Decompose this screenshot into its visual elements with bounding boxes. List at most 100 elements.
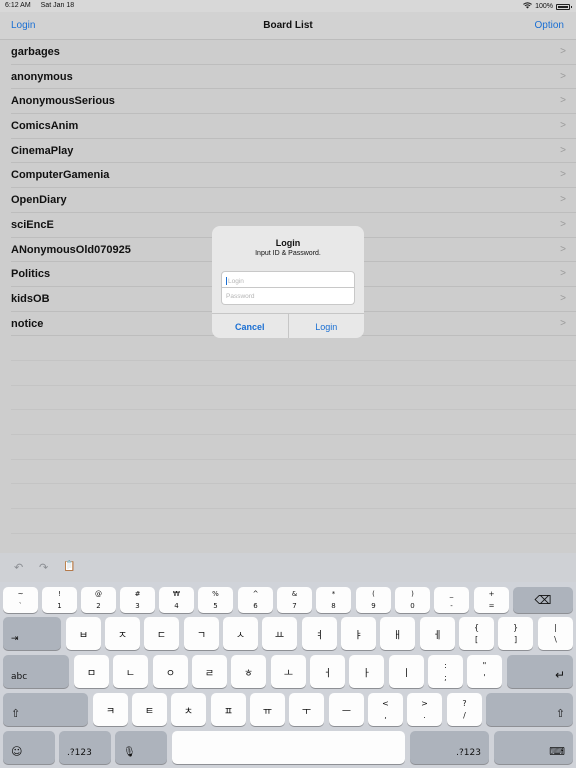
key-letter[interactable]: ㄱ <box>184 617 219 650</box>
key-tilde[interactable]: ~ ` <box>3 587 38 613</box>
key-equals[interactable]: + = <box>474 587 509 613</box>
key-letter[interactable]: ㅣ <box>389 655 424 688</box>
board-row[interactable]: garbages > <box>11 40 576 65</box>
key-letter[interactable]: ㄹ <box>192 655 227 688</box>
key-7[interactable]: & 7 <box>277 587 312 613</box>
status-bar: 6:12 AM Sat Jan 18 100% <box>0 0 576 12</box>
cancel-button[interactable]: Cancel <box>212 314 289 338</box>
empty-row <box>11 484 576 510</box>
numbers-key-left[interactable]: .?123 <box>59 731 111 764</box>
board-name: ComicsAnim <box>11 120 79 133</box>
board-name: notice <box>11 317 44 330</box>
shift-icon: ⇧ <box>555 707 565 720</box>
key-letter[interactable]: ㅁ <box>74 655 109 688</box>
key-bracket-left[interactable]: {[ <box>459 617 494 650</box>
key-letter[interactable]: ㅡ <box>329 693 364 726</box>
key-4[interactable]: ₩4 <box>159 587 194 613</box>
key-letter[interactable]: ㅐ <box>380 617 415 650</box>
microphone-icon: 🎙 <box>123 747 136 758</box>
key-comma[interactable]: <, <box>368 693 403 726</box>
dictation-key[interactable]: 🎙 <box>115 731 167 764</box>
board-name: garbages <box>11 46 60 58</box>
return-key[interactable]: ↵ <box>507 655 573 688</box>
key-letter[interactable]: ㅓ <box>310 655 345 688</box>
right-shift-key[interactable]: ⇧ <box>486 693 573 726</box>
space-key[interactable] <box>172 731 405 764</box>
keyboard-icon: ⌨ <box>549 745 565 758</box>
login-alert-dialog: Login Input ID & Password. Login Passwor… <box>212 226 364 338</box>
key-9[interactable]: (9 <box>356 587 391 613</box>
delete-key[interactable]: ⌫ <box>513 587 573 613</box>
option-nav-button[interactable]: Option <box>535 20 564 31</box>
key-1[interactable]: ! 1 <box>42 587 77 613</box>
key-letter[interactable]: ㅔ <box>420 617 455 650</box>
password-field[interactable]: Password <box>221 288 355 305</box>
key-letter[interactable]: ㅕ <box>302 617 337 650</box>
status-date: Sat Jan 18 <box>40 2 75 9</box>
keyboard-shortcut-bar: ↶ ↷ 📋 <box>0 553 576 582</box>
undo-icon[interactable]: ↶ <box>14 561 23 574</box>
board-name: anonymous <box>11 70 73 83</box>
key-letter[interactable]: ㅇ <box>153 655 188 688</box>
key-0[interactable]: ) 0 <box>395 587 430 613</box>
emoji-icon: ☺ <box>11 745 23 758</box>
key-8[interactable]: * 8 <box>316 587 351 613</box>
key-minus[interactable]: _ - <box>434 587 469 613</box>
alert-message: Input ID & Password. <box>255 250 321 257</box>
key-letter[interactable]: ㄴ <box>113 655 148 688</box>
chevron-right-icon: > <box>560 169 566 181</box>
key-letter[interactable]: ㅊ <box>171 693 206 726</box>
board-row[interactable]: OpenDiary > <box>11 188 576 213</box>
key-backslash[interactable]: | \ <box>538 617 573 650</box>
board-row[interactable]: anonymous > <box>11 65 576 90</box>
key-2[interactable]: @2 <box>81 587 116 613</box>
board-row[interactable]: ComicsAnim > <box>11 114 576 139</box>
login-button[interactable]: Login <box>289 314 365 338</box>
tab-key[interactable]: ⇥ <box>3 617 61 650</box>
password-placeholder: Password <box>226 293 255 300</box>
board-row[interactable]: AnonymousSerious > <box>11 89 576 115</box>
key-letter[interactable]: ㅎ <box>231 655 266 688</box>
key-letter[interactable]: ㅏ <box>349 655 384 688</box>
key-letter[interactable]: ㅑ <box>341 617 376 650</box>
login-id-field[interactable]: Login <box>221 271 355 288</box>
key-3[interactable]: #3 <box>120 587 155 613</box>
key-letter[interactable]: ㅋ <box>93 693 128 726</box>
chevron-right-icon: > <box>560 194 566 206</box>
hide-keyboard-key[interactable]: ⌨ <box>494 731 573 764</box>
empty-row <box>11 460 576 485</box>
key-letter[interactable]: ㅂ <box>66 617 101 650</box>
battery-icon <box>556 3 572 10</box>
key-letter[interactable]: ㅠ <box>250 693 285 726</box>
key-letter[interactable]: ㅌ <box>132 693 167 726</box>
left-shift-key[interactable]: ⇧ <box>3 693 88 726</box>
key-letter[interactable]: ㅈ <box>105 617 140 650</box>
key-letter[interactable]: ㅗ <box>271 655 306 688</box>
paste-icon[interactable]: 📋 <box>63 561 75 572</box>
redo-icon[interactable]: ↷ <box>39 561 48 574</box>
shift-icon: ⇧ <box>11 707 21 720</box>
key-6[interactable]: ^ 6 <box>238 587 273 613</box>
key-letter[interactable]: ㅜ <box>289 693 324 726</box>
key-letter[interactable]: ㅅ <box>223 617 258 650</box>
emoji-key[interactable]: ☺ <box>3 731 55 764</box>
board-row[interactable]: CinemaPlay > <box>11 139 576 164</box>
key-bracket-right[interactable]: }] <box>498 617 533 650</box>
chevron-right-icon: > <box>560 268 566 280</box>
key-letter[interactable]: ㄷ <box>144 617 179 650</box>
login-id-placeholder: Login <box>228 278 244 285</box>
battery-percent: 100% <box>535 3 553 10</box>
chevron-right-icon: > <box>560 317 566 329</box>
key-quote[interactable]: " ' <box>467 655 502 688</box>
numbers-key-right[interactable]: .?123 <box>410 731 489 764</box>
key-period[interactable]: >. <box>407 693 442 726</box>
board-name: ComputerGamenia <box>11 169 110 182</box>
empty-row <box>11 386 576 411</box>
key-semicolon[interactable]: :; <box>428 655 463 688</box>
key-letter[interactable]: ㅍ <box>211 693 246 726</box>
board-row[interactable]: ComputerGamenia > <box>11 163 576 189</box>
caps-key[interactable]: abc <box>3 655 69 688</box>
key-letter[interactable]: ㅛ <box>262 617 297 650</box>
key-slash[interactable]: ? / <box>447 693 482 726</box>
key-5[interactable]: % 5 <box>198 587 233 613</box>
